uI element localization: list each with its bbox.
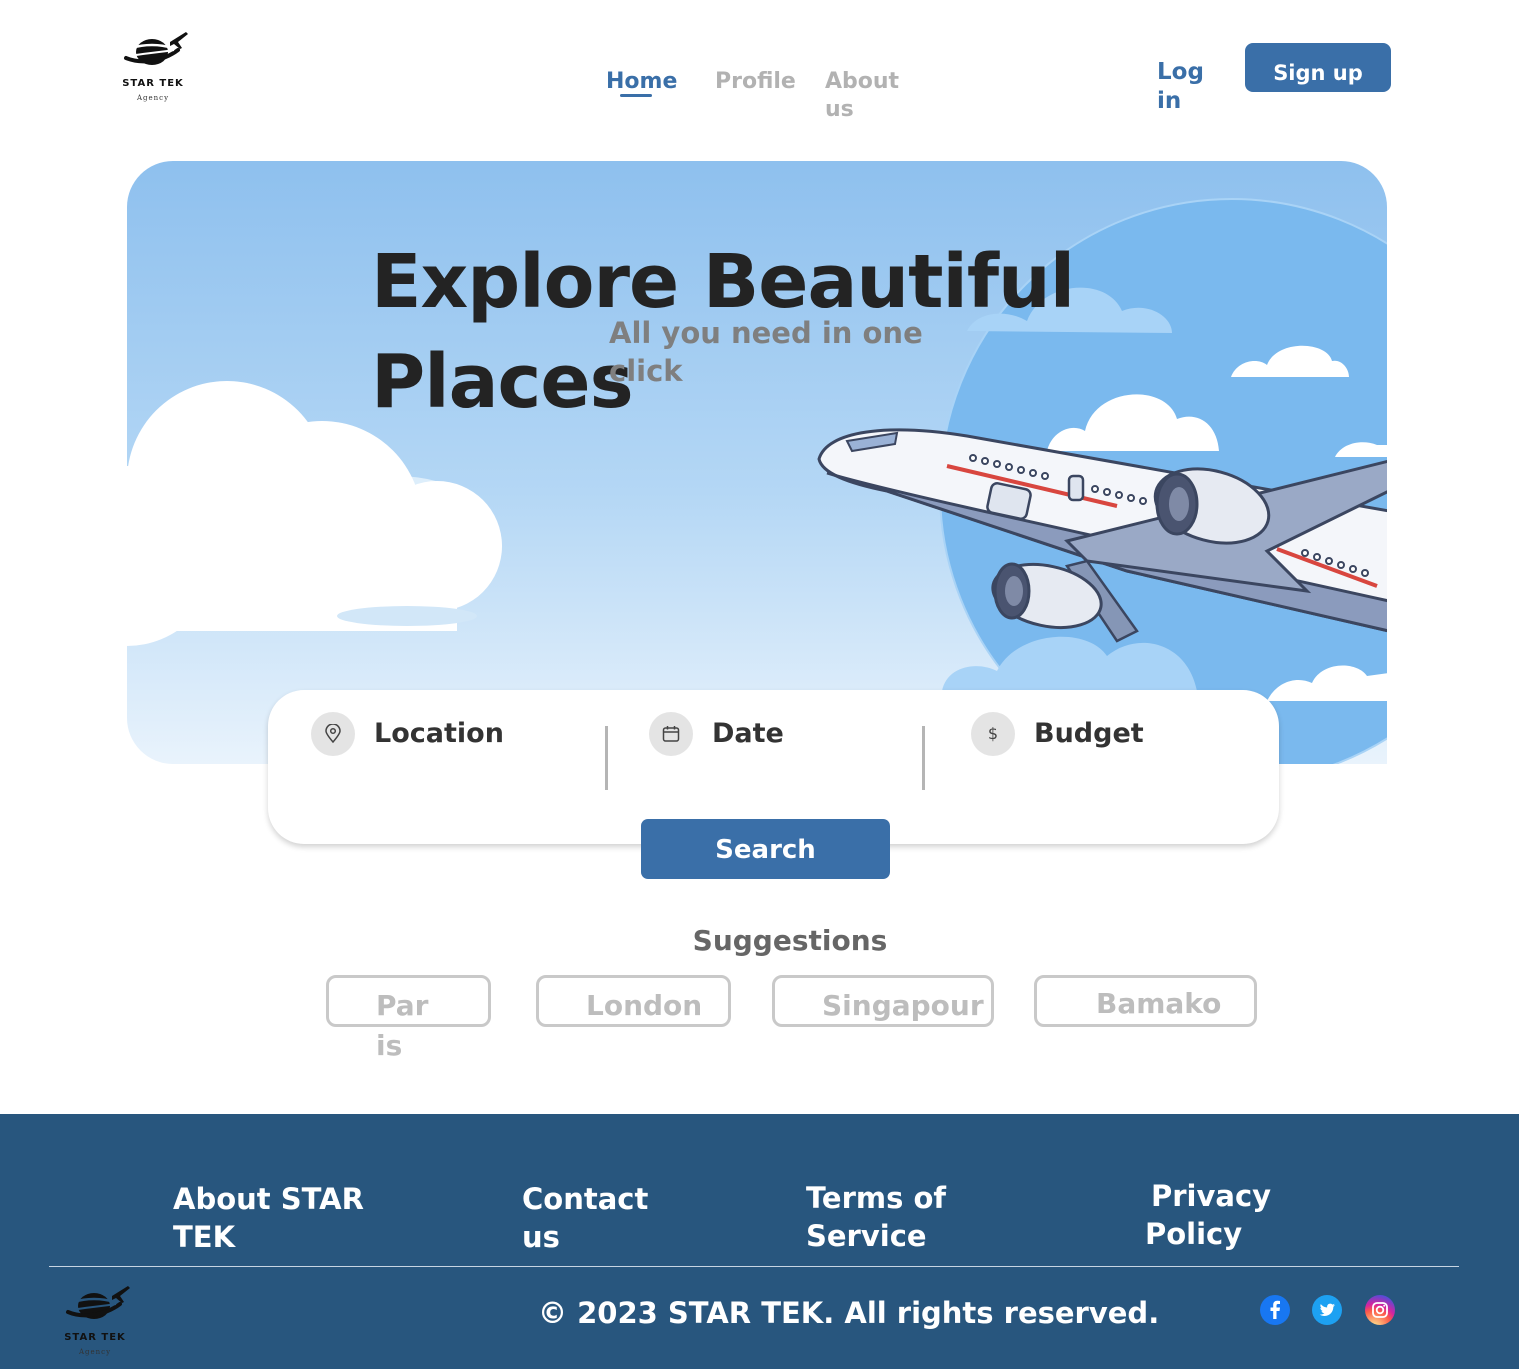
suggestion-chip-label: Singapour xyxy=(822,989,984,1022)
calendar-icon xyxy=(649,712,693,756)
suggestion-chip-london[interactable]: London xyxy=(536,975,731,1027)
logo-sub-text: Agency xyxy=(136,94,170,102)
twitter-icon[interactable] xyxy=(1312,1295,1342,1325)
date-field[interactable]: Date xyxy=(649,710,899,760)
signup-button[interactable]: Sign up xyxy=(1245,43,1391,92)
footer-logo[interactable]: STAR TEK Agency xyxy=(60,1282,134,1362)
instagram-icon[interactable] xyxy=(1365,1295,1395,1325)
login-link[interactable]: Log in xyxy=(1157,58,1211,116)
budget-label: Budget xyxy=(1034,718,1144,749)
search-button[interactable]: Search xyxy=(641,819,890,879)
suggestion-chip-paris[interactable]: Paris xyxy=(326,975,491,1062)
footer-link-terms[interactable]: Terms of Service xyxy=(806,1179,986,1255)
date-label: Date xyxy=(712,718,784,749)
location-field[interactable]: Location xyxy=(311,710,591,760)
nav-home[interactable]: Home xyxy=(606,68,677,96)
footer: About STAR TEK Contact us Terms of Servi… xyxy=(0,1114,1519,1369)
field-divider xyxy=(922,726,925,790)
suggestions-heading: Suggestions xyxy=(692,924,888,957)
facebook-icon[interactable] xyxy=(1260,1295,1290,1325)
nav-profile[interactable]: Profile xyxy=(715,68,796,96)
footer-link-privacy[interactable]: Privacy Policy xyxy=(1145,1177,1285,1253)
suggestion-chip-label: London xyxy=(586,989,703,1022)
footer-link-about[interactable]: About STAR TEK xyxy=(173,1180,393,1256)
nav-active-underline xyxy=(620,94,652,97)
header-logo[interactable]: STAR TEK Agency xyxy=(118,28,192,108)
dollar-icon: $ xyxy=(971,712,1015,756)
suggestion-chip-label: Paris xyxy=(376,989,429,1062)
hero-tagline: All you need in one click xyxy=(609,316,923,388)
logo-brand-text: STAR TEK xyxy=(122,78,184,89)
footer-logo-brand-text: STAR TEK xyxy=(64,1332,126,1343)
plane-globe-logo-icon xyxy=(124,32,188,65)
map-pin-icon xyxy=(311,712,355,756)
copyright-text: © 2023 STAR TEK. All rights reserved. xyxy=(538,1296,1160,1330)
nav-about-us[interactable]: About us xyxy=(825,68,905,124)
footer-divider xyxy=(49,1266,1459,1267)
plane-globe-logo-icon xyxy=(66,1286,130,1319)
footer-logo-sub-text: Agency xyxy=(78,1348,112,1356)
suggestion-chip-label: Bamako xyxy=(1096,987,1222,1020)
suggestion-chip-bamako[interactable]: Bamako xyxy=(1034,975,1257,1027)
location-label: Location xyxy=(374,718,504,749)
field-divider xyxy=(605,726,608,790)
budget-field[interactable]: $ Budget xyxy=(971,710,1251,760)
svg-text:$: $ xyxy=(988,724,998,743)
footer-link-contact[interactable]: Contact us xyxy=(522,1180,672,1256)
suggestion-chip-singapour[interactable]: Singapour xyxy=(772,975,994,1027)
